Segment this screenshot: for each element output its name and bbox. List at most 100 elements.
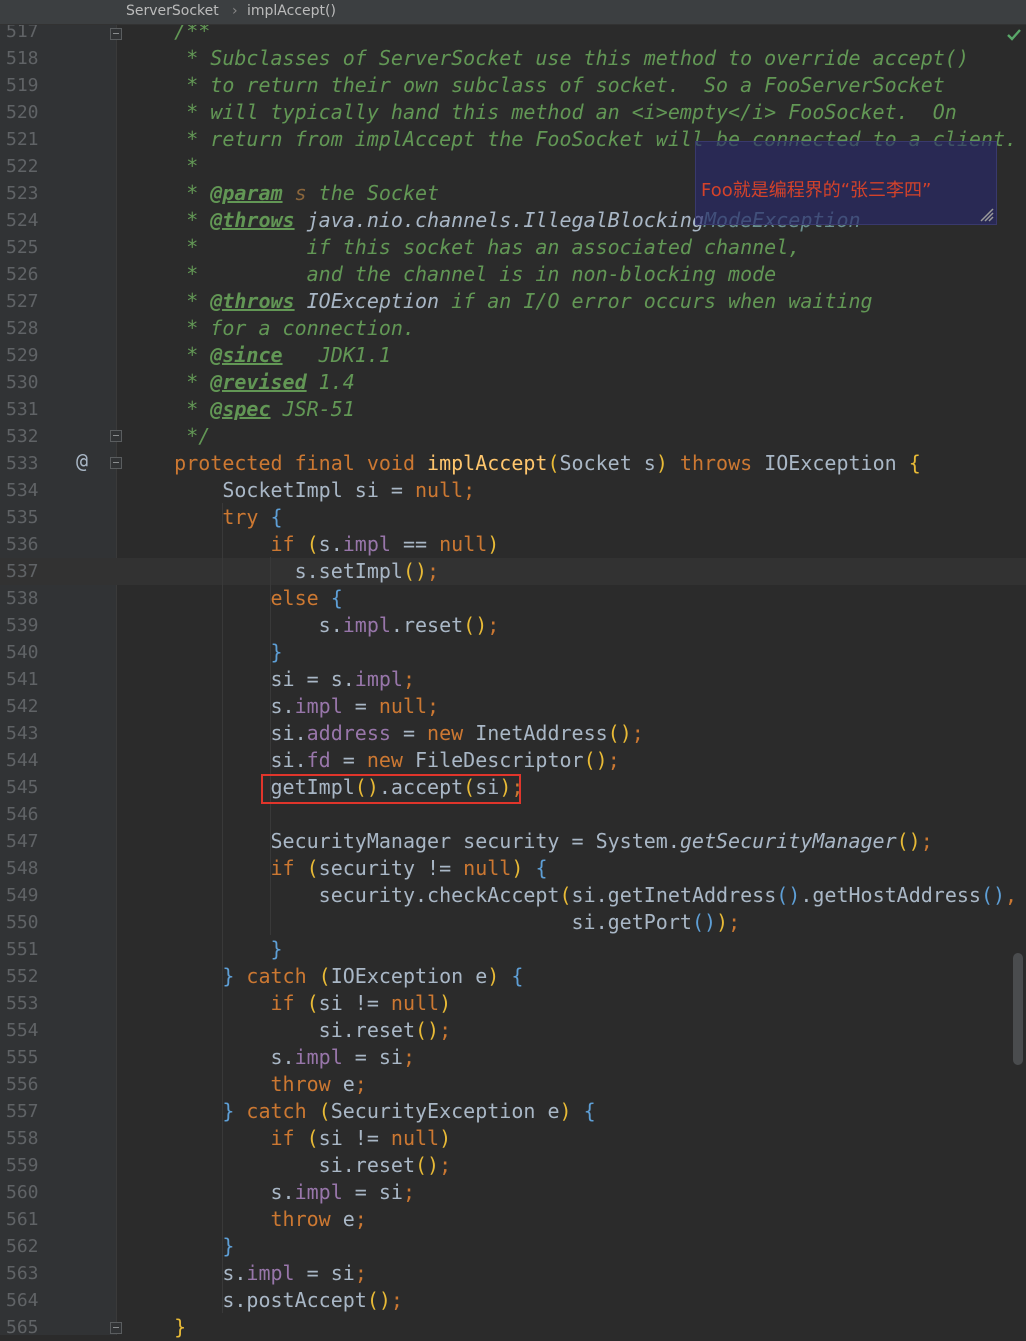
code-line[interactable]: 558 if (si != null) xyxy=(0,1125,1026,1152)
fold-expand-icon[interactable] xyxy=(110,1322,122,1334)
code-text[interactable]: si.fd = new FileDescriptor(); xyxy=(126,747,619,774)
code-line[interactable]: 563 s.impl = si; xyxy=(0,1260,1026,1287)
line-number[interactable]: 535 xyxy=(6,504,46,531)
code-line[interactable]: 534 SocketImpl si = null; xyxy=(0,477,1026,504)
code-text[interactable]: si.getPort()); xyxy=(126,909,741,936)
line-number[interactable]: 565 xyxy=(6,1314,46,1341)
code-line[interactable]: 565 } xyxy=(0,1314,1026,1341)
line-number[interactable]: 540 xyxy=(6,639,46,666)
code-line[interactable]: 539 s.impl.reset(); xyxy=(0,612,1026,639)
line-number[interactable]: 519 xyxy=(6,72,46,99)
line-number[interactable]: 525 xyxy=(6,234,46,261)
code-text[interactable]: * @spec JSR-51 xyxy=(126,396,355,423)
code-text[interactable]: * @param s the Socket xyxy=(126,180,439,207)
line-number[interactable]: 550 xyxy=(6,909,46,936)
code-line[interactable]: 551 } xyxy=(0,936,1026,963)
code-text[interactable]: } xyxy=(126,1233,234,1260)
code-text[interactable]: if (security != null) { xyxy=(126,855,547,882)
code-text[interactable]: throw e; xyxy=(126,1206,366,1233)
line-number[interactable]: 528 xyxy=(6,315,46,342)
code-text[interactable]: } xyxy=(126,639,282,666)
code-line[interactable]: 520 * will typically hand this method an… xyxy=(0,99,1026,126)
line-number[interactable]: 541 xyxy=(6,666,46,693)
code-line[interactable]: 547 SecurityManager security = System.ge… xyxy=(0,828,1026,855)
code-text[interactable]: } xyxy=(126,936,282,963)
line-number[interactable]: 537 xyxy=(6,558,46,585)
code-line[interactable]: 550 si.getPort()); xyxy=(0,909,1026,936)
line-number[interactable]: 543 xyxy=(6,720,46,747)
code-text[interactable]: protected final void implAccept(Socket s… xyxy=(126,450,921,477)
code-text[interactable]: if (si != null) xyxy=(126,1125,451,1152)
resize-grip-icon[interactable] xyxy=(980,208,994,222)
breadcrumb-class[interactable]: ServerSocket xyxy=(126,3,219,19)
override-marker-icon[interactable]: @ xyxy=(76,449,88,473)
code-text[interactable]: * if this socket has an associated chann… xyxy=(126,234,800,261)
code-line[interactable]: 518 * Subclasses of ServerSocket use thi… xyxy=(0,45,1026,72)
code-text[interactable]: si.reset(); xyxy=(126,1017,451,1044)
code-text[interactable]: s.postAccept(); xyxy=(126,1287,403,1314)
line-number[interactable]: 520 xyxy=(6,99,46,126)
line-number[interactable]: 531 xyxy=(6,396,46,423)
line-number[interactable]: 522 xyxy=(6,153,46,180)
code-text[interactable]: s.impl.reset(); xyxy=(126,612,500,639)
code-line[interactable]: 562 } xyxy=(0,1233,1026,1260)
code-text[interactable]: s.impl = si; xyxy=(126,1179,415,1206)
code-editor[interactable]: 517 /** 518 * Subclasses of ServerSocket … xyxy=(0,0,1026,1339)
code-text[interactable]: * @throws IOException if an I/O error oc… xyxy=(126,288,872,315)
breadcrumb-method[interactable]: implAccept() xyxy=(247,3,336,19)
line-number[interactable]: 564 xyxy=(6,1287,46,1314)
code-text[interactable]: throw e; xyxy=(126,1071,366,1098)
line-number[interactable]: 549 xyxy=(6,882,46,909)
code-text[interactable]: } xyxy=(126,1314,186,1341)
line-number[interactable]: 548 xyxy=(6,855,46,882)
line-number[interactable]: 563 xyxy=(6,1260,46,1287)
code-text[interactable]: if (s.impl == null) xyxy=(126,531,499,558)
line-number[interactable]: 524 xyxy=(6,207,46,234)
check-icon[interactable] xyxy=(1006,27,1022,43)
code-line[interactable]: 553 if (si != null) xyxy=(0,990,1026,1017)
line-number[interactable]: 530 xyxy=(6,369,46,396)
code-text[interactable]: * @since JDK1.1 xyxy=(126,342,391,369)
code-text[interactable]: s.impl = si; xyxy=(126,1260,367,1287)
code-text[interactable]: * xyxy=(126,153,198,180)
line-number[interactable]: 539 xyxy=(6,612,46,639)
line-number[interactable]: 556 xyxy=(6,1071,46,1098)
line-number[interactable]: 534 xyxy=(6,477,46,504)
line-number[interactable]: 558 xyxy=(6,1125,46,1152)
code-line[interactable]: 530 * @revised 1.4 xyxy=(0,369,1026,396)
line-number[interactable]: 521 xyxy=(6,126,46,153)
code-line[interactable]: 544 si.fd = new FileDescriptor(); xyxy=(0,747,1026,774)
code-line[interactable]: 557 } catch (SecurityException e) { xyxy=(0,1098,1026,1125)
line-number[interactable]: 557 xyxy=(6,1098,46,1125)
code-line[interactable]: 535 try { xyxy=(0,504,1026,531)
line-number[interactable]: 555 xyxy=(6,1044,46,1071)
line-number[interactable]: 554 xyxy=(6,1017,46,1044)
code-line[interactable]: 538 else { xyxy=(0,585,1026,612)
code-text[interactable]: * for a connection. xyxy=(126,315,415,342)
line-number[interactable]: 545 xyxy=(6,774,46,801)
line-number[interactable]: 527 xyxy=(6,288,46,315)
fold-collapse-icon[interactable] xyxy=(110,28,122,40)
code-line[interactable]: 527 * @throws IOException if an I/O erro… xyxy=(0,288,1026,315)
line-number[interactable]: 532 xyxy=(6,423,46,450)
code-line[interactable]: 548 if (security != null) { xyxy=(0,855,1026,882)
line-number[interactable]: 542 xyxy=(6,693,46,720)
code-text[interactable]: SocketImpl si = null; xyxy=(126,477,475,504)
code-line[interactable]: 543 si.address = new InetAddress(); xyxy=(0,720,1026,747)
code-text[interactable]: * to return their own subclass of socket… xyxy=(126,72,945,99)
code-line[interactable]: 528 * for a connection. xyxy=(0,315,1026,342)
code-text[interactable]: if (si != null) xyxy=(126,990,451,1017)
code-line[interactable]: 542 s.impl = null; xyxy=(0,693,1026,720)
code-text[interactable]: s.setImpl(); xyxy=(126,558,440,585)
code-text[interactable]: } catch (IOException e) { xyxy=(126,963,523,990)
code-line[interactable]: 549 security.checkAccept(si.getInetAddre… xyxy=(0,882,1026,909)
code-text[interactable]: } catch (SecurityException e) { xyxy=(126,1098,595,1125)
line-number[interactable]: 533 xyxy=(6,450,46,477)
code-line[interactable]: 559 si.reset(); xyxy=(0,1152,1026,1179)
code-line[interactable]: 531 * @spec JSR-51 xyxy=(0,396,1026,423)
line-number[interactable]: 523 xyxy=(6,180,46,207)
line-number[interactable]: 560 xyxy=(6,1179,46,1206)
line-number[interactable]: 526 xyxy=(6,261,46,288)
line-number[interactable]: 529 xyxy=(6,342,46,369)
fold-expand-icon[interactable] xyxy=(110,430,122,442)
